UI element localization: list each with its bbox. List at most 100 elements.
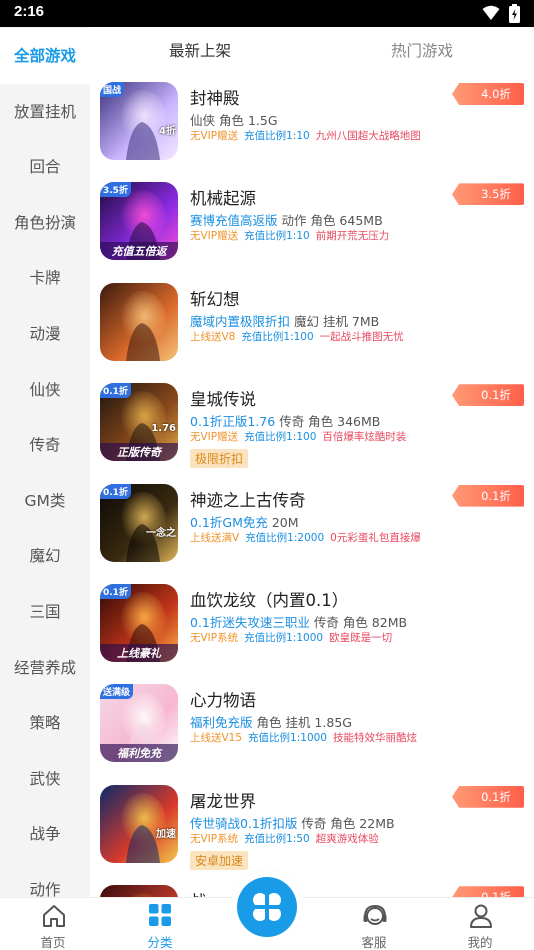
sidebar-item[interactable]: 武侠 xyxy=(0,751,90,807)
sidebar-item[interactable]: 传奇 xyxy=(0,417,90,473)
game-subtitle: 0.1折GM免充 xyxy=(190,514,268,530)
game-meta: 0.1折迷失攻速三职业 传奇 角色 82MB xyxy=(190,612,407,631)
game-icon[interactable] xyxy=(100,282,178,361)
game-list-item[interactable]: 3.5折 充值五倍返 机械起源 赛博充值高返版 动作 角色 645MB 无VIP赠送 充值… xyxy=(90,175,534,275)
game-tags: 无VIP赠送 充值比例1:10 九州八国超大战略地图 xyxy=(190,128,427,143)
sidebar-item[interactable]: GM类 xyxy=(0,473,90,529)
game-list-item[interactable]: 战 0.1折 xyxy=(90,878,534,897)
game-list[interactable]: 国战 4折 封神殿 仙侠 角色 1.5G 无VIP赠送 充值比例1:10 九州八国超大战略地… xyxy=(90,75,534,897)
game-title[interactable]: 血饮龙纹（内置0.1） xyxy=(190,587,348,611)
game-title[interactable]: 斩幻想 xyxy=(190,286,240,310)
sidebar-item[interactable]: 动作 xyxy=(0,862,90,897)
game-tag: 上线送满V xyxy=(190,531,240,544)
nav-service-label: 客服 xyxy=(361,935,387,950)
game-icon[interactable]: 0.1折 1.76 正版传奇 xyxy=(100,383,178,462)
game-category-size: 传奇 角色 346MB xyxy=(275,414,381,430)
game-meta: 传世骑战0.1折扣版 传奇 角色 22MB xyxy=(190,813,395,832)
nav-mine[interactable]: 我的 xyxy=(440,898,520,950)
sidebar-item[interactable]: 策略 xyxy=(0,695,90,751)
game-icon[interactable]: 0.1折 一念之 xyxy=(100,483,178,562)
sidebar-item[interactable]: 仙侠 xyxy=(0,362,90,418)
game-icon[interactable] xyxy=(100,885,178,897)
game-tag: 充值比例1:2000 xyxy=(245,531,325,544)
discount-text: 4.0折 xyxy=(481,87,511,101)
game-title[interactable]: 封神殿 xyxy=(190,85,240,109)
game-meta: 魔域内置极限折扣 魔幻 挂机 7MB xyxy=(190,311,379,330)
game-list-item[interactable]: 0.1折 上线豪礼 血饮龙纹（内置0.1） 0.1折迷失攻速三职业 传奇 角色 82M… xyxy=(90,577,534,677)
sidebar-item[interactable]: 卡牌 xyxy=(0,250,90,306)
game-tag: 0元彩蛋礼包直接爆 xyxy=(330,531,421,544)
status-time: 2:16 xyxy=(14,3,45,20)
game-icon[interactable]: 0.1折 上线豪礼 xyxy=(100,584,178,662)
game-subtitle: 传世骑战0.1折扣版 xyxy=(190,815,298,831)
game-title[interactable]: 战 xyxy=(190,888,207,897)
game-meta: 赛博充值高返版 动作 角色 645MB xyxy=(190,210,383,229)
game-meta: 0.1折正版1.76 传奇 角色 346MB xyxy=(190,411,380,430)
discount-text: 3.5折 xyxy=(481,187,511,202)
wifi-icon xyxy=(482,5,500,20)
game-tag: 无VIP赠送 xyxy=(190,230,239,243)
game-tags: 上线送满V 充值比例1:2000 0元彩蛋礼包直接爆 xyxy=(190,530,427,545)
sidebar-item[interactable]: 放置挂机 xyxy=(0,84,90,140)
game-category-size: 角色 挂机 1.85G xyxy=(252,715,352,731)
sidebar-item[interactable]: 角色扮演 xyxy=(0,195,90,251)
nav-category-label: 分类 xyxy=(147,935,173,950)
sidebar-item[interactable]: 战争 xyxy=(0,806,90,862)
game-subtitle: 魔域内置极限折扣 xyxy=(190,313,291,329)
sidebar-item[interactable]: 回合 xyxy=(0,139,90,195)
game-tag: 上线送V8 xyxy=(190,330,236,343)
discount-text: 0.1折 xyxy=(468,889,524,897)
game-icon[interactable]: 国战 4折 xyxy=(100,82,178,160)
nav-home-label: 首页 xyxy=(40,935,66,950)
center-float-button[interactable] xyxy=(237,877,297,937)
sidebar-item[interactable]: 经营养成 xyxy=(0,640,90,696)
discount-badge: 4.0折 xyxy=(452,83,524,105)
tab-newest[interactable]: 最新上架 xyxy=(169,39,231,61)
game-title[interactable]: 屠龙世界 xyxy=(190,788,256,812)
sidebar-item[interactable]: 动漫 xyxy=(0,306,90,362)
game-tag: 充值比例1:100 xyxy=(241,330,314,343)
sidebar-item[interactable]: 全部游戏 xyxy=(0,28,90,84)
game-list-item[interactable]: 0.1折 1.76 正版传奇 皇城传说 0.1折正版1.76 传奇 角色 346MB 无V… xyxy=(90,376,534,476)
game-tags: 无VIP赠送 充值比例1:100 百倍爆率炫酷时装 xyxy=(190,429,412,444)
category-sidebar[interactable]: 全部游戏 放置挂机 回合 角色扮演 卡牌 动漫 仙侠 传奇 GM类 魔幻 三国 经营养成 策略 武侠 战争动… xyxy=(0,27,90,897)
game-tags: 无VIP系统 充值比例1:1000 欧皇既是一切 xyxy=(190,630,398,645)
category-grid-icon xyxy=(149,904,171,926)
top-tabs: 最新上架 热门游戏 xyxy=(90,27,534,75)
game-meta: 仙侠 角色 1.5G xyxy=(190,110,278,129)
icon-corner: 一念之 xyxy=(146,527,176,539)
icon-badge: 0.1折 xyxy=(100,584,131,599)
game-meta: 福利免充版 角色 挂机 1.85G xyxy=(190,712,352,731)
game-icon[interactable]: 送满级 福利免充 xyxy=(100,684,178,763)
icon-banner: 充值五倍返 xyxy=(100,242,178,261)
game-title[interactable]: 心力物语 xyxy=(190,687,256,711)
game-list-item[interactable]: 加速 屠龙世界 传世骑战0.1折扣版 传奇 角色 22MB 无VIP系统 充值比例1:5… xyxy=(90,778,534,878)
game-list-item[interactable]: 送满级 福利免充 心力物语 福利免充版 角色 挂机 1.85G 上线送V15 充值比例1:… xyxy=(90,677,534,777)
nav-home[interactable]: 首页 xyxy=(13,898,93,950)
nav-service[interactable]: 客服 xyxy=(334,898,414,950)
game-list-item[interactable]: 斩幻想 魔域内置极限折扣 魔幻 挂机 7MB 上线送V8 充值比例1:100 一起战斗推… xyxy=(90,276,534,376)
game-subtitle: 0.1折正版1.76 xyxy=(190,414,276,430)
sidebar-item[interactable]: 三国 xyxy=(0,584,90,640)
tab-hot[interactable]: 热门游戏 xyxy=(391,39,453,61)
game-icon[interactable]: 3.5折 充值五倍返 xyxy=(100,182,178,261)
headset-icon xyxy=(363,904,387,925)
game-title[interactable]: 机械起源 xyxy=(190,185,256,209)
game-title[interactable]: 神迹之上古传奇 xyxy=(190,487,306,511)
icon-corner: 加速 xyxy=(156,828,176,840)
game-tag: 充值比例1:50 xyxy=(244,832,310,845)
game-tag: 无VIP系统 xyxy=(190,632,239,644)
game-list-item[interactable]: 国战 4折 封神殿 仙侠 角色 1.5G 无VIP赠送 充值比例1:10 九州八国超大战略地… xyxy=(90,75,534,175)
sidebar-item[interactable]: 魔幻 xyxy=(0,528,90,584)
game-tag: 无VIP赠送 xyxy=(190,431,239,444)
game-subtitle: 0.1折迷失攻速三职业 xyxy=(190,615,310,630)
icon-banner: 福利免充 xyxy=(100,744,178,763)
game-tag: 上线送V15 xyxy=(190,732,243,745)
game-category-size: 20M xyxy=(267,514,299,530)
discount-badge: 0.1折 xyxy=(452,384,524,407)
icon-corner: 4折 xyxy=(159,126,176,137)
nav-category[interactable]: 分类 xyxy=(120,898,200,950)
game-list-item[interactable]: 0.1折 一念之 神迹之上古传奇 0.1折GM免充 20M 上线送满V 充值比例1:200… xyxy=(90,477,534,577)
game-title[interactable]: 皇城传说 xyxy=(190,386,256,410)
game-icon[interactable]: 加速 xyxy=(100,784,178,863)
